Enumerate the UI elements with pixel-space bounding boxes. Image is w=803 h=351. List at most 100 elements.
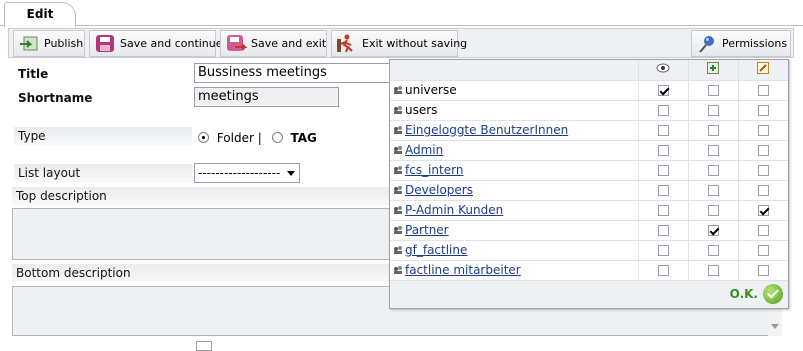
- add-permission-checkbox[interactable]: [707, 185, 719, 196]
- view-permission-checkbox[interactable]: [657, 165, 669, 176]
- group-link[interactable]: gf_factline: [405, 243, 467, 257]
- view-permission-checkbox[interactable]: [657, 105, 669, 116]
- pin-icon: [699, 36, 714, 53]
- save-exit-button[interactable]: Save and exit: [220, 30, 327, 57]
- type-tag-radio[interactable]: [271, 132, 283, 143]
- type-label: Type: [14, 127, 192, 145]
- list-layout-value: -------------------: [198, 166, 281, 180]
- edit-permission-checkbox[interactable]: [757, 265, 769, 276]
- permissions-button[interactable]: Permissions: [691, 30, 791, 57]
- group-icon: [394, 86, 402, 94]
- exit-without-saving-label: Exit without saving: [362, 37, 468, 50]
- group-cell: gf_factline: [390, 240, 638, 261]
- edit-permission-cell: [737, 200, 788, 221]
- add-permission-checkbox[interactable]: [707, 145, 719, 156]
- add-permission-cell: [687, 220, 738, 241]
- group-icon: [394, 186, 402, 194]
- add-permission-checkbox[interactable]: [707, 205, 719, 216]
- view-permission-checkbox[interactable]: [657, 185, 669, 196]
- permissions-row: Partner: [390, 220, 788, 241]
- edit-permission-checkbox[interactable]: [757, 185, 769, 196]
- add-permission-cell: [687, 140, 738, 161]
- add-permission-checkbox[interactable]: [707, 165, 719, 176]
- ok-button[interactable]: [763, 284, 783, 304]
- view-permission-checkbox[interactable]: [657, 265, 669, 276]
- save-continue-button[interactable]: Save and continue: [89, 30, 223, 57]
- list-layout-label: List layout: [14, 164, 192, 182]
- type-folder-label: Folder |: [216, 131, 262, 145]
- type-folder-radio[interactable]: [198, 132, 209, 143]
- group-link[interactable]: Eingeloggte BenutzerInnen: [405, 123, 568, 137]
- view-permission-cell: [637, 160, 688, 181]
- group-cell: Admin: [390, 140, 638, 161]
- add-permission-cell: [687, 260, 738, 281]
- group-icon: [394, 126, 402, 134]
- save-continue-label: Save and continue: [120, 37, 223, 50]
- view-permission-checkbox[interactable]: [657, 205, 669, 216]
- add-permission-cell: [687, 120, 738, 141]
- top-description-textarea[interactable]: [12, 208, 390, 260]
- view-permission-cell: [637, 200, 688, 221]
- edit-permission-checkbox[interactable]: [757, 205, 769, 216]
- exit-without-saving-button[interactable]: Exit without saving: [331, 30, 467, 57]
- permissions-row: universe: [390, 80, 788, 101]
- view-permission-cell: [637, 240, 688, 261]
- group-icon: [394, 246, 402, 254]
- permissions-row: gf_factline: [390, 240, 788, 261]
- top-description-label: Top description: [12, 187, 390, 205]
- edit-permission-checkbox[interactable]: [757, 165, 769, 176]
- group-link[interactable]: fcs_intern: [405, 163, 463, 177]
- shortname-label: Shortname: [18, 91, 93, 105]
- group-link[interactable]: Partner: [405, 223, 449, 237]
- view-permission-checkbox[interactable]: [657, 245, 669, 256]
- view-permission-checkbox[interactable]: [657, 145, 669, 156]
- edit-permission-checkbox[interactable]: [757, 245, 769, 256]
- group-icon: [394, 266, 402, 274]
- group-name: users: [405, 103, 438, 117]
- view-permission-cell: [637, 80, 688, 101]
- add-permission-checkbox[interactable]: [707, 245, 719, 256]
- list-layout-select[interactable]: -------------------: [194, 163, 300, 183]
- view-permission-checkbox[interactable]: [657, 125, 669, 136]
- add-permission-cell: [687, 180, 738, 201]
- title-input[interactable]: Bussiness meetings: [194, 63, 404, 83]
- group-link[interactable]: Developers: [405, 183, 473, 197]
- shortname-input[interactable]: meetings: [194, 87, 339, 107]
- add-permission-cell: [687, 200, 738, 221]
- view-permission-cell: [637, 100, 688, 121]
- group-icon: [394, 206, 402, 214]
- save-exit-label: Save and exit: [251, 37, 327, 50]
- view-permission-cell: [637, 140, 688, 161]
- add-permission-checkbox[interactable]: [707, 125, 719, 136]
- group-cell: Developers: [390, 180, 638, 201]
- permissions-row: factline mitarbeiter: [390, 260, 788, 281]
- view-permission-checkbox[interactable]: [657, 225, 669, 236]
- add-permission-cell: [687, 240, 738, 261]
- tab-edit[interactable]: Edit: [4, 2, 76, 27]
- save-icon: [96, 35, 114, 52]
- permissions-row: Developers: [390, 180, 788, 201]
- edit-permission-checkbox[interactable]: [757, 105, 769, 116]
- view-permission-checkbox[interactable]: [657, 85, 669, 96]
- group-link[interactable]: Admin: [405, 143, 443, 157]
- group-cell: fcs_intern: [390, 160, 638, 181]
- edit-permission-checkbox[interactable]: [757, 225, 769, 236]
- edit-permission-checkbox[interactable]: [757, 85, 769, 96]
- group-link[interactable]: P-Admin Kunden: [405, 203, 503, 217]
- edit-permission-checkbox[interactable]: [757, 125, 769, 136]
- publish-button[interactable]: Publish: [13, 30, 85, 57]
- add-permission-checkbox[interactable]: [707, 85, 719, 96]
- group-link[interactable]: factline mitarbeiter: [405, 263, 521, 277]
- group-cell: Partner: [390, 220, 638, 241]
- group-icon: [394, 226, 402, 234]
- save-exit-icon: [227, 35, 247, 51]
- edit-permission-checkbox[interactable]: [757, 145, 769, 156]
- type-radio-group: Folder | TAG: [198, 131, 317, 145]
- add-permission-checkbox[interactable]: [707, 225, 719, 236]
- partial-checkbox[interactable]: [196, 341, 212, 351]
- add-permission-checkbox[interactable]: [707, 105, 719, 116]
- group-column-header: [390, 60, 638, 81]
- add-permission-checkbox[interactable]: [707, 265, 719, 276]
- title-label: Title: [18, 67, 49, 81]
- view-column-header: [637, 60, 688, 81]
